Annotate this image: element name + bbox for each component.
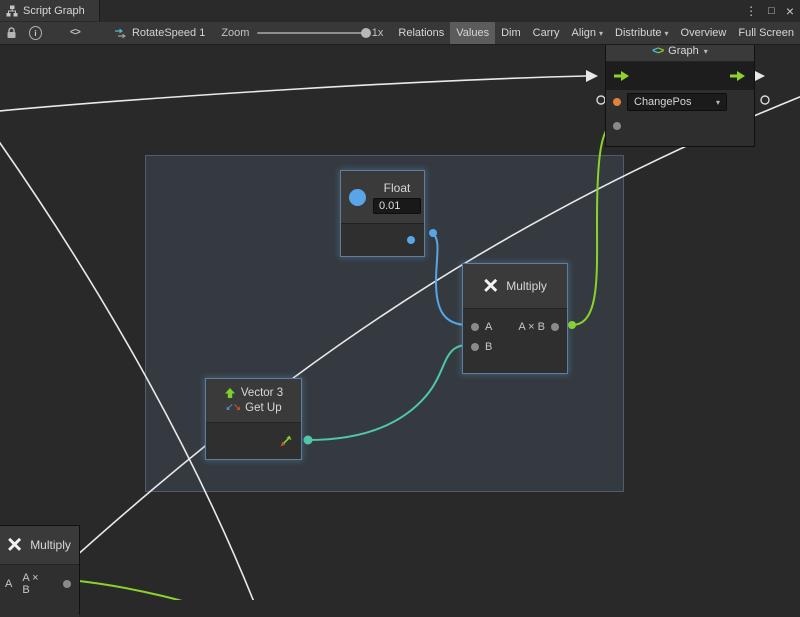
multiply-output-port[interactable] — [551, 323, 559, 331]
graph-node-title: Graph — [668, 45, 699, 57]
graph-node-port-row — [606, 114, 754, 138]
titlebar: Script Graph ⋮ □ × — [0, 0, 800, 23]
multiply-node-title: Multiply — [506, 279, 547, 293]
vector3-port-row — [206, 423, 301, 459]
changepos-dropdown-value: ChangePos — [634, 96, 692, 108]
values-button[interactable]: Values — [450, 22, 495, 44]
vector3-output-port-icon[interactable] — [279, 434, 293, 448]
chevron-down-icon: ▾ — [704, 47, 708, 56]
changepos-input-port[interactable] — [613, 98, 621, 106]
full-screen-button[interactable]: Full Screen — [732, 22, 800, 44]
relations-button[interactable]: Relations — [392, 22, 450, 44]
graph-node-flow-row — [606, 62, 754, 90]
float-node-title: Float — [384, 181, 411, 195]
multiply-input-a-label: A — [485, 321, 492, 333]
bottom-multiply-input-a-label: A — [5, 578, 12, 590]
graph-node-input-port[interactable] — [613, 122, 621, 130]
toolbar-buttons: Relations Values Dim Carry Align▾ Distri… — [392, 22, 800, 44]
float-node-header: Float 0.01 — [341, 171, 424, 223]
graph-asset-breadcrumb[interactable]: RotateSpeed 1 — [114, 27, 205, 39]
vector3-node-subtitle: Get Up — [245, 402, 281, 414]
dim-button[interactable]: Dim — [495, 22, 527, 44]
bottom-multiply-header: × Multiply — [0, 526, 79, 565]
kebab-menu-icon[interactable]: ⋮ — [745, 5, 757, 17]
graph-toolbar: i <> RotateSpeed 1 Zoom 1x Relations Val… — [0, 22, 800, 45]
vector3-get-up-node[interactable]: Vector 3 ↙↘ Get Up — [205, 378, 302, 460]
multiply-row-a: A A × B — [463, 317, 567, 337]
get-up-icon: ↙↘ — [225, 403, 240, 413]
multiply-icon: × — [483, 272, 498, 298]
float-node[interactable]: Float 0.01 — [340, 170, 425, 257]
float-output-port[interactable] — [407, 236, 415, 244]
window-tab-script-graph[interactable]: Script Graph — [0, 0, 100, 21]
multiply-node-header: × Multiply — [463, 264, 567, 309]
wire-bottom-multiply-out[interactable] — [70, 580, 242, 600]
flow-input-arrow-icon[interactable] — [613, 70, 631, 82]
zoom-slider[interactable] — [257, 27, 364, 39]
vector3-node-title: Vector 3 — [241, 387, 283, 399]
maximize-icon[interactable]: □ — [768, 6, 775, 17]
chevron-down-icon: ▾ — [599, 29, 603, 38]
multiply-row-b: B — [463, 337, 567, 357]
bottom-multiply-node[interactable]: × Multiply A A × B — [0, 525, 80, 615]
zoom-slider-handle[interactable] — [361, 28, 371, 38]
info-icon[interactable]: i — [29, 26, 42, 40]
changepos-dropdown[interactable]: ChangePos ▾ — [627, 93, 727, 111]
code-icon[interactable]: <> — [70, 28, 80, 39]
float-node-port-row — [341, 223, 424, 256]
graph-asset-icon — [114, 28, 127, 39]
distribute-button[interactable]: Distribute▾ — [609, 22, 674, 44]
bottom-multiply-row-a: A A × B — [0, 571, 79, 597]
script-graph-icon — [6, 5, 18, 17]
close-icon[interactable]: × — [786, 4, 794, 18]
carry-button[interactable]: Carry — [527, 22, 566, 44]
bottom-multiply-output-port[interactable] — [63, 580, 71, 588]
chevron-down-icon: ▾ — [665, 29, 669, 38]
window-title: Script Graph — [23, 5, 85, 17]
flow-arrowhead-into-graph-node — [586, 70, 598, 82]
flow-output-arrow-icon[interactable] — [729, 70, 747, 82]
vector3-node-header: Vector 3 ↙↘ Get Up — [206, 379, 301, 423]
zoom-value: 1x — [372, 27, 384, 39]
wire-endpoint-circle-left[interactable] — [597, 96, 605, 104]
multiply-icon: × — [7, 531, 22, 557]
float-type-icon — [349, 189, 366, 206]
bottom-multiply-title: Multiply — [30, 538, 71, 552]
zoom-slider-track[interactable] — [257, 32, 364, 34]
graph-unit-node[interactable]: <> Graph ▾ ChangePos ▾ — [605, 40, 755, 147]
float-value-input[interactable]: 0.01 — [373, 198, 421, 214]
multiply-output-label: A × B — [518, 321, 545, 333]
lock-icon[interactable] — [6, 27, 17, 39]
align-button[interactable]: Align▾ — [566, 22, 609, 44]
chevron-down-icon: ▾ — [716, 98, 720, 107]
overview-button[interactable]: Overview — [675, 22, 733, 44]
graph-asset-name: RotateSpeed 1 — [132, 27, 205, 39]
multiply-node-ports: A A × B B — [463, 309, 567, 373]
multiply-input-port-a[interactable] — [471, 323, 479, 331]
zoom-label: Zoom — [221, 27, 249, 39]
bottom-multiply-output-label: A × B — [22, 572, 43, 596]
wire-endpoint-circle-right[interactable] — [761, 96, 769, 104]
visual-scripting-icon: <> — [652, 45, 663, 57]
vector3-up-arrow-icon — [224, 387, 236, 399]
window-controls: ⋮ □ × — [745, 0, 794, 22]
bottom-multiply-ports: A A × B — [0, 565, 79, 617]
multiply-input-b-label: B — [485, 341, 492, 353]
multiply-input-port-b[interactable] — [471, 343, 479, 351]
flow-wire-left-to-graph-node[interactable] — [0, 76, 586, 112]
multiply-node[interactable]: × Multiply A A × B B — [462, 263, 568, 374]
graph-node-changepos-row: ChangePos ▾ — [606, 90, 754, 114]
